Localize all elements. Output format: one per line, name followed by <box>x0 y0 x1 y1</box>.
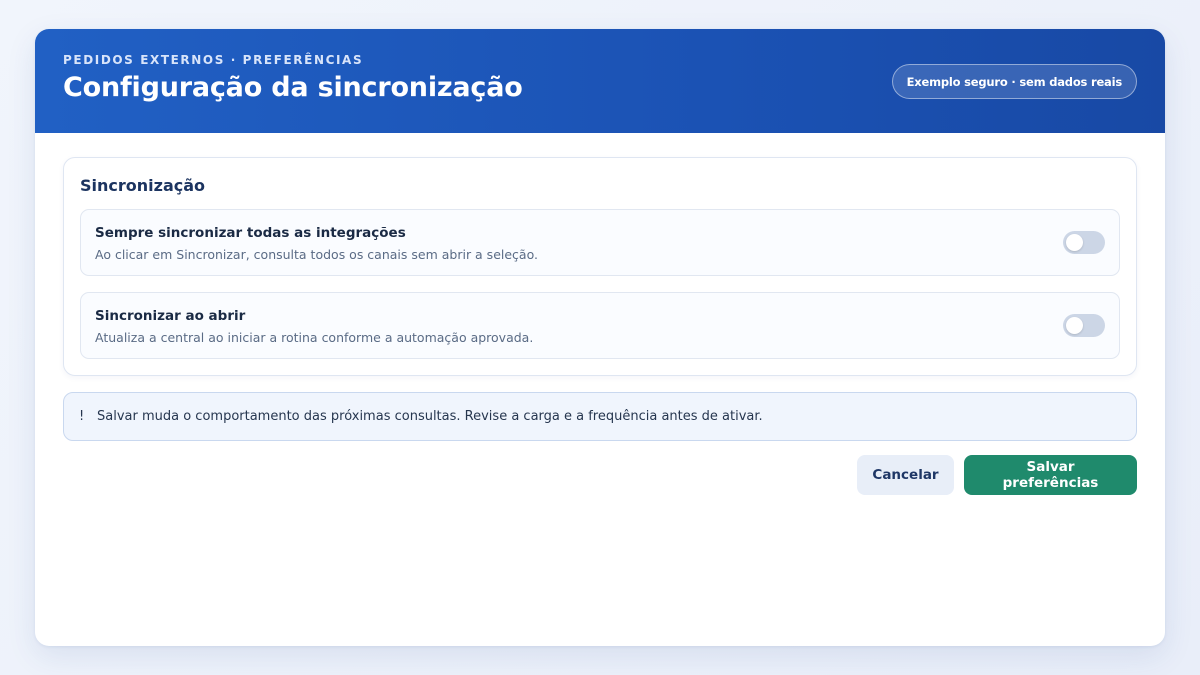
settings-card: PEDIDOS EXTERNOS · PREFERÊNCIAS Configur… <box>35 29 1165 646</box>
setting-label: Sempre sincronizar todas as integrações <box>95 225 406 241</box>
warning-notice: ! Salvar muda o comportamento das próxim… <box>63 392 1137 441</box>
setting-description: Atualiza a central ao iniciar a rotina c… <box>95 330 534 345</box>
form-actions: Cancelar Salvar preferências <box>857 455 1137 495</box>
toggle-knob <box>1066 234 1083 251</box>
exclamation-icon: ! <box>79 409 85 424</box>
cancel-button[interactable]: Cancelar <box>857 455 954 495</box>
setting-row-sync-on-open: Sincronizar ao abrir Atualiza a central … <box>80 292 1120 359</box>
notice-text: Salvar muda o comportamento das próximas… <box>97 409 763 424</box>
safe-example-badge: Exemplo seguro · sem dados reais <box>891 64 1137 99</box>
sync-on-open-toggle[interactable] <box>1063 314 1105 337</box>
save-preferences-button[interactable]: Salvar preferências <box>964 455 1137 495</box>
setting-description: Ao clicar em Sincronizar, consulta todos… <box>95 247 538 262</box>
setting-label: Sincronizar ao abrir <box>95 308 246 324</box>
sync-section: Sincronização Sempre sincronizar todas a… <box>63 157 1137 376</box>
setting-row-sync-all: Sempre sincronizar todas as integrações … <box>80 209 1120 276</box>
sync-all-toggle[interactable] <box>1063 231 1105 254</box>
page-header: PEDIDOS EXTERNOS · PREFERÊNCIAS Configur… <box>35 29 1165 133</box>
section-title: Sincronização <box>80 176 206 195</box>
toggle-knob <box>1066 317 1083 334</box>
